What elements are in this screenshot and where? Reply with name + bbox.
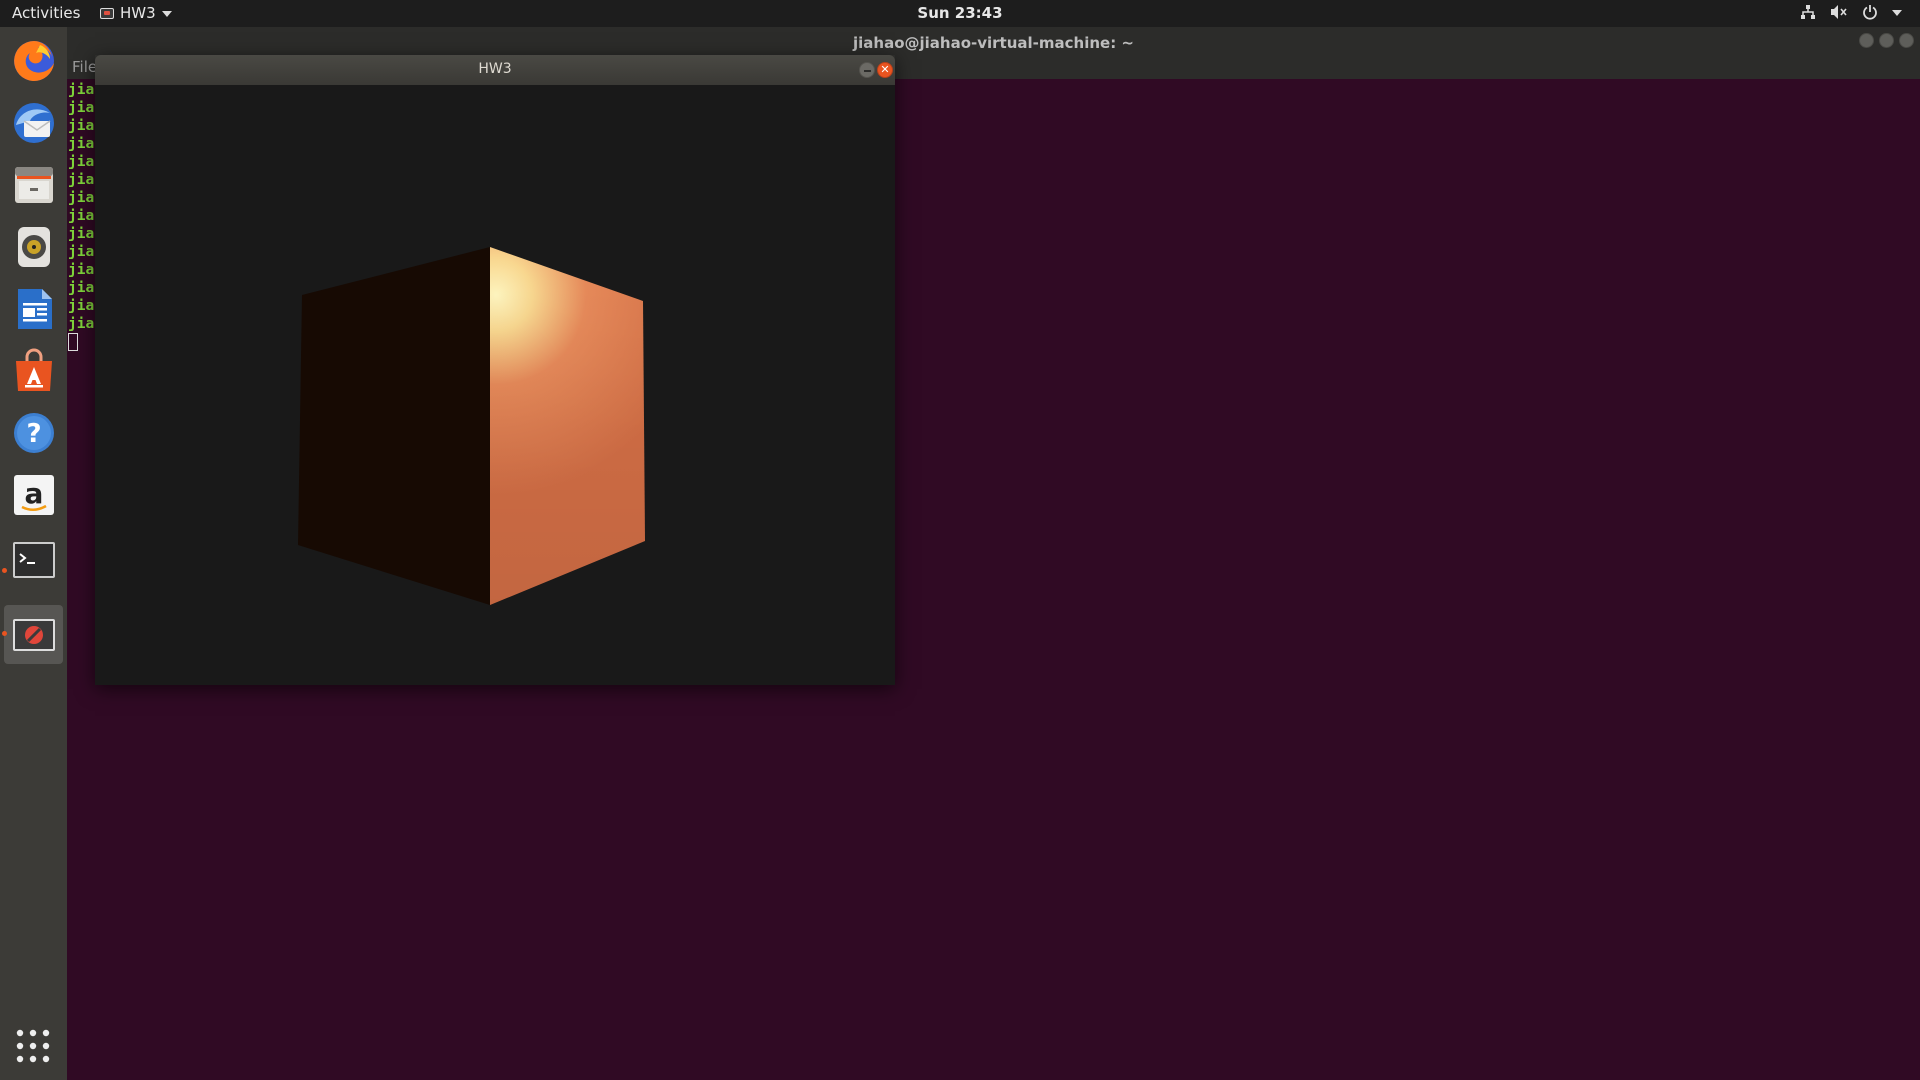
- hw3-titlebar[interactable]: HW3 ✕: [95, 55, 895, 85]
- app-grid-icon: [16, 1029, 50, 1063]
- dock-item-amazon[interactable]: a: [4, 465, 63, 524]
- terminal-line: jia: [68, 100, 95, 116]
- hw3-minimize-button[interactable]: [859, 62, 875, 78]
- system-tray[interactable]: [1800, 4, 1902, 20]
- terminal-line: jia: [68, 316, 95, 332]
- no-entry-window-icon: [12, 618, 55, 651]
- help-icon: ?: [13, 412, 54, 453]
- hw3-close-button[interactable]: ✕: [877, 62, 893, 78]
- terminal-line: jia: [68, 154, 95, 170]
- cube-render: [298, 247, 645, 605]
- dock: ? a: [0, 27, 67, 1080]
- terminal-line: jia: [68, 172, 95, 188]
- terminal-minimize-button[interactable]: [1859, 33, 1874, 48]
- chevron-down-icon: [1892, 10, 1902, 16]
- dock-item-help[interactable]: ?: [4, 403, 63, 462]
- opengl-canvas[interactable]: [95, 85, 895, 685]
- terminal-line: jia: [68, 190, 95, 206]
- thunderbird-icon: [13, 102, 54, 143]
- terminal-line: jia: [68, 118, 95, 134]
- dock-item-firefox[interactable]: [4, 31, 63, 90]
- dock-item-thunderbird[interactable]: [4, 93, 63, 152]
- running-indicator: [2, 568, 7, 573]
- dock-item-rhythmbox[interactable]: [4, 217, 63, 276]
- terminal-line: jia: [68, 208, 95, 224]
- top-bar: Activities HW3 Sun 23:43: [0, 0, 1920, 27]
- terminal-icon: [12, 541, 55, 578]
- terminal-line: jia: [68, 298, 95, 314]
- terminal-line: jia: [68, 226, 95, 242]
- hw3-title: HW3: [478, 61, 512, 77]
- terminal-line: jia: [68, 136, 95, 152]
- running-indicator: [2, 631, 7, 636]
- terminal-line: jia: [68, 82, 95, 98]
- network-icon: [1801, 5, 1815, 19]
- menu-file[interactable]: File: [72, 58, 97, 76]
- terminal-line: jia: [68, 262, 95, 278]
- svg-text:a: a: [24, 477, 43, 510]
- volume-muted-icon: [1831, 5, 1847, 19]
- terminal-cursor: [68, 333, 78, 351]
- dock-item-files[interactable]: [4, 155, 63, 214]
- writer-icon: [17, 288, 52, 329]
- files-icon: [14, 166, 53, 203]
- dock-item-hw3[interactable]: [4, 605, 63, 664]
- terminal-line: jia: [68, 280, 95, 296]
- terminal-title: jiahao@jiahao-virtual-machine: ~: [852, 34, 1134, 52]
- hw3-window[interactable]: HW3 ✕: [95, 55, 895, 685]
- software-center-icon: [15, 348, 52, 391]
- svg-text:?: ?: [26, 419, 41, 449]
- power-icon: [1863, 5, 1877, 20]
- dock-item-terminal[interactable]: [4, 530, 63, 589]
- show-applications-button[interactable]: [14, 1027, 52, 1065]
- terminal-close-button[interactable]: [1899, 33, 1914, 48]
- firefox-icon: [13, 40, 54, 81]
- amazon-icon: a: [13, 474, 54, 515]
- dock-item-libreoffice-writer[interactable]: [4, 279, 63, 338]
- cube-left-face: [298, 247, 490, 605]
- terminal-window-controls: [1859, 33, 1914, 48]
- terminal-line: jia: [68, 244, 95, 260]
- terminal-maximize-button[interactable]: [1879, 33, 1894, 48]
- rhythmbox-icon: [17, 226, 50, 267]
- dock-item-ubuntu-software[interactable]: [4, 341, 63, 400]
- clock[interactable]: Sun 23:43: [0, 4, 1920, 22]
